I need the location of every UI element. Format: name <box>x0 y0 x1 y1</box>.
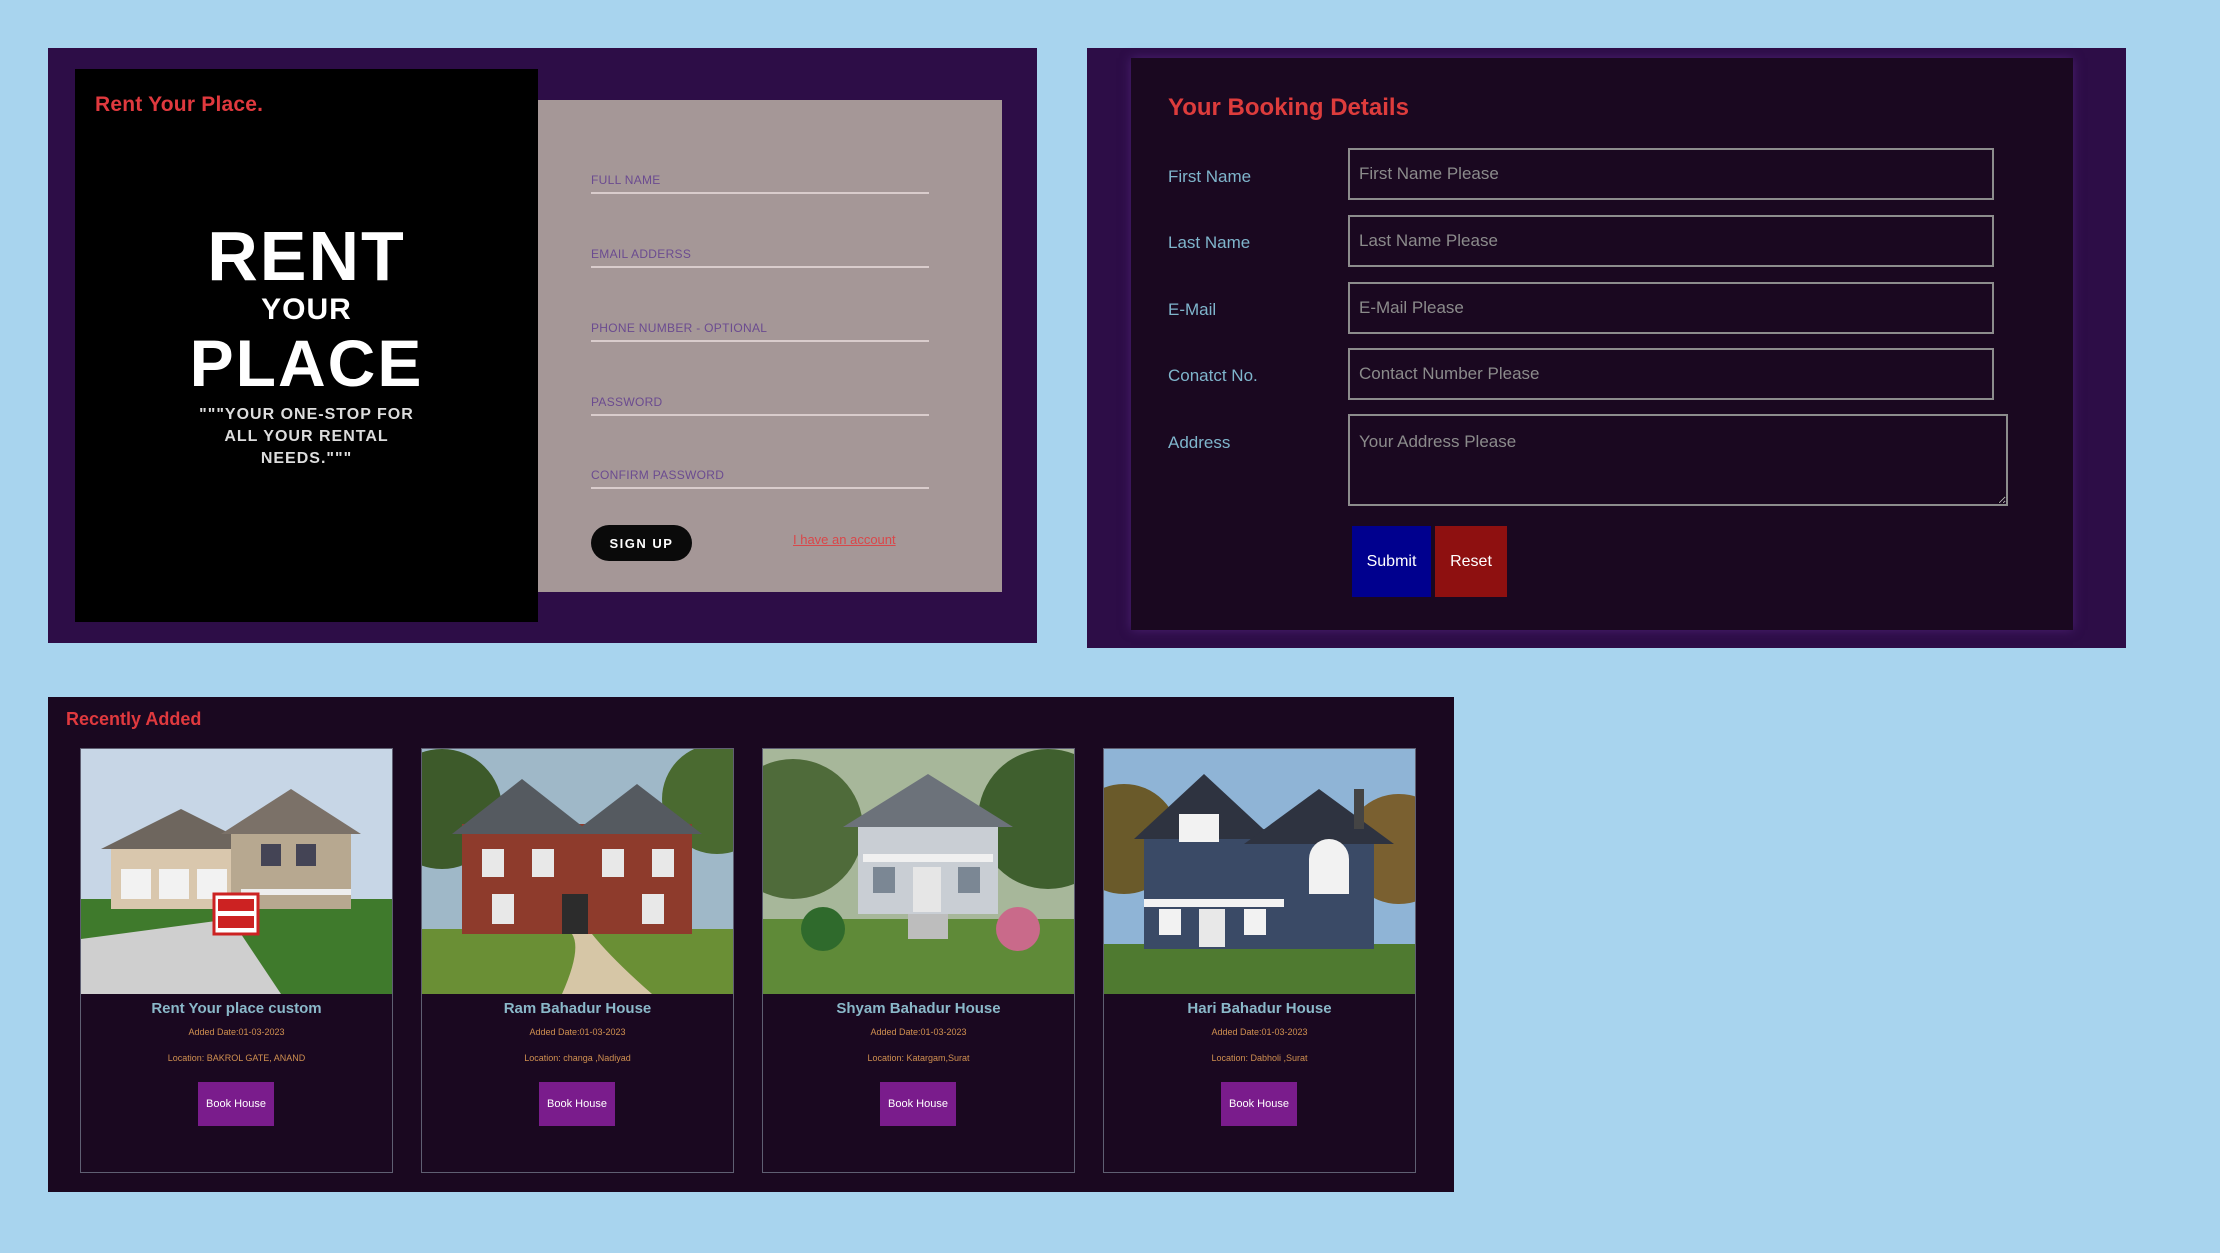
card-location: Location: Dabholi ,Surat <box>1211 1053 1308 1063</box>
last-name-label: Last Name <box>1168 233 1251 252</box>
rent-poster: Rent Your Place. RENT YOUR PLACE """YOUR… <box>75 69 538 622</box>
card-added-date: Added Date:01-03-2023 <box>188 1027 285 1037</box>
signup-form: SIGN UP I have an account <box>538 100 1002 592</box>
poster-line-place: PLACE <box>189 326 424 400</box>
card-added-date: Added Date:01-03-2023 <box>529 1027 626 1037</box>
card-location: Location: changa ,Nadiyad <box>524 1053 631 1063</box>
book-house-button[interactable]: Book House <box>880 1082 956 1126</box>
last-name-input[interactable] <box>1348 215 1994 267</box>
book-house-button[interactable]: Book House <box>1221 1082 1297 1126</box>
brand-logo: Rent Your Place. <box>95 93 264 116</box>
house-card: Shyam Bahadur House Added Date:01-03-202… <box>762 748 1075 1173</box>
house-photo <box>81 749 392 994</box>
card-added-date: Added Date:01-03-2023 <box>1211 1027 1308 1037</box>
book-house-button[interactable]: Book House <box>198 1082 274 1126</box>
first-name-input[interactable] <box>1348 148 1994 200</box>
house-photo <box>422 749 733 994</box>
booking-form: Your Booking Details First Name Last Nam… <box>1131 58 2073 630</box>
contact-input[interactable] <box>1348 348 1994 400</box>
card-location: Location: BAKROL GATE, ANAND <box>167 1053 306 1063</box>
house-card: Rent Your place custom Added Date:01-03-… <box>80 748 393 1173</box>
confirm-password-input[interactable] <box>591 463 929 489</box>
contact-label: Conatct No. <box>1168 366 1258 385</box>
phone-input[interactable] <box>591 316 929 342</box>
email-input[interactable] <box>591 242 929 268</box>
full-name-input[interactable] <box>591 168 929 194</box>
card-location: Location: Katargam,Surat <box>867 1053 970 1063</box>
reset-button[interactable]: Reset <box>1435 526 1507 597</box>
email-label: E-Mail <box>1168 300 1217 319</box>
have-account-link[interactable]: I have an account <box>793 532 896 547</box>
card-title: Shyam Bahadur House <box>836 1000 1001 1017</box>
submit-button[interactable]: Submit <box>1352 526 1431 597</box>
recently-added-title: Recently Added <box>66 709 202 729</box>
poster-tagline: """YOUR ONE-STOP FOR ALL YOUR RENTAL NEE… <box>199 406 414 467</box>
booking-title: Your Booking Details <box>1168 94 1409 121</box>
book-house-button[interactable]: Book House <box>539 1082 615 1126</box>
poster-line-rent: RENT <box>207 217 406 295</box>
signup-panel: Rent Your Place. RENT YOUR PLACE """YOUR… <box>48 48 1037 643</box>
house-card: Hari Bahadur House Added Date:01-03-2023… <box>1103 748 1416 1173</box>
password-input[interactable] <box>591 390 929 416</box>
card-added-date: Added Date:01-03-2023 <box>870 1027 967 1037</box>
signup-button[interactable]: SIGN UP <box>591 525 692 561</box>
house-photo <box>763 749 1074 994</box>
first-name-label: First Name <box>1168 167 1252 186</box>
address-textarea[interactable] <box>1348 414 2008 506</box>
poster-title: RENT YOUR PLACE <box>75 219 538 399</box>
booking-email-input[interactable] <box>1348 282 1994 334</box>
recently-added-panel: Recently Added Rent Your place custom Ad… <box>48 697 1454 1192</box>
card-title: Hari Bahadur House <box>1187 1000 1332 1017</box>
booking-panel: Your Booking Details First Name Last Nam… <box>1087 48 2126 648</box>
house-card: Ram Bahadur House Added Date:01-03-2023 … <box>421 748 734 1173</box>
card-title: Rent Your place custom <box>151 1000 322 1017</box>
house-photo <box>1104 749 1415 994</box>
address-label: Address <box>1168 433 1231 452</box>
card-title: Ram Bahadur House <box>503 1000 652 1017</box>
poster-line-your: YOUR <box>261 293 352 326</box>
